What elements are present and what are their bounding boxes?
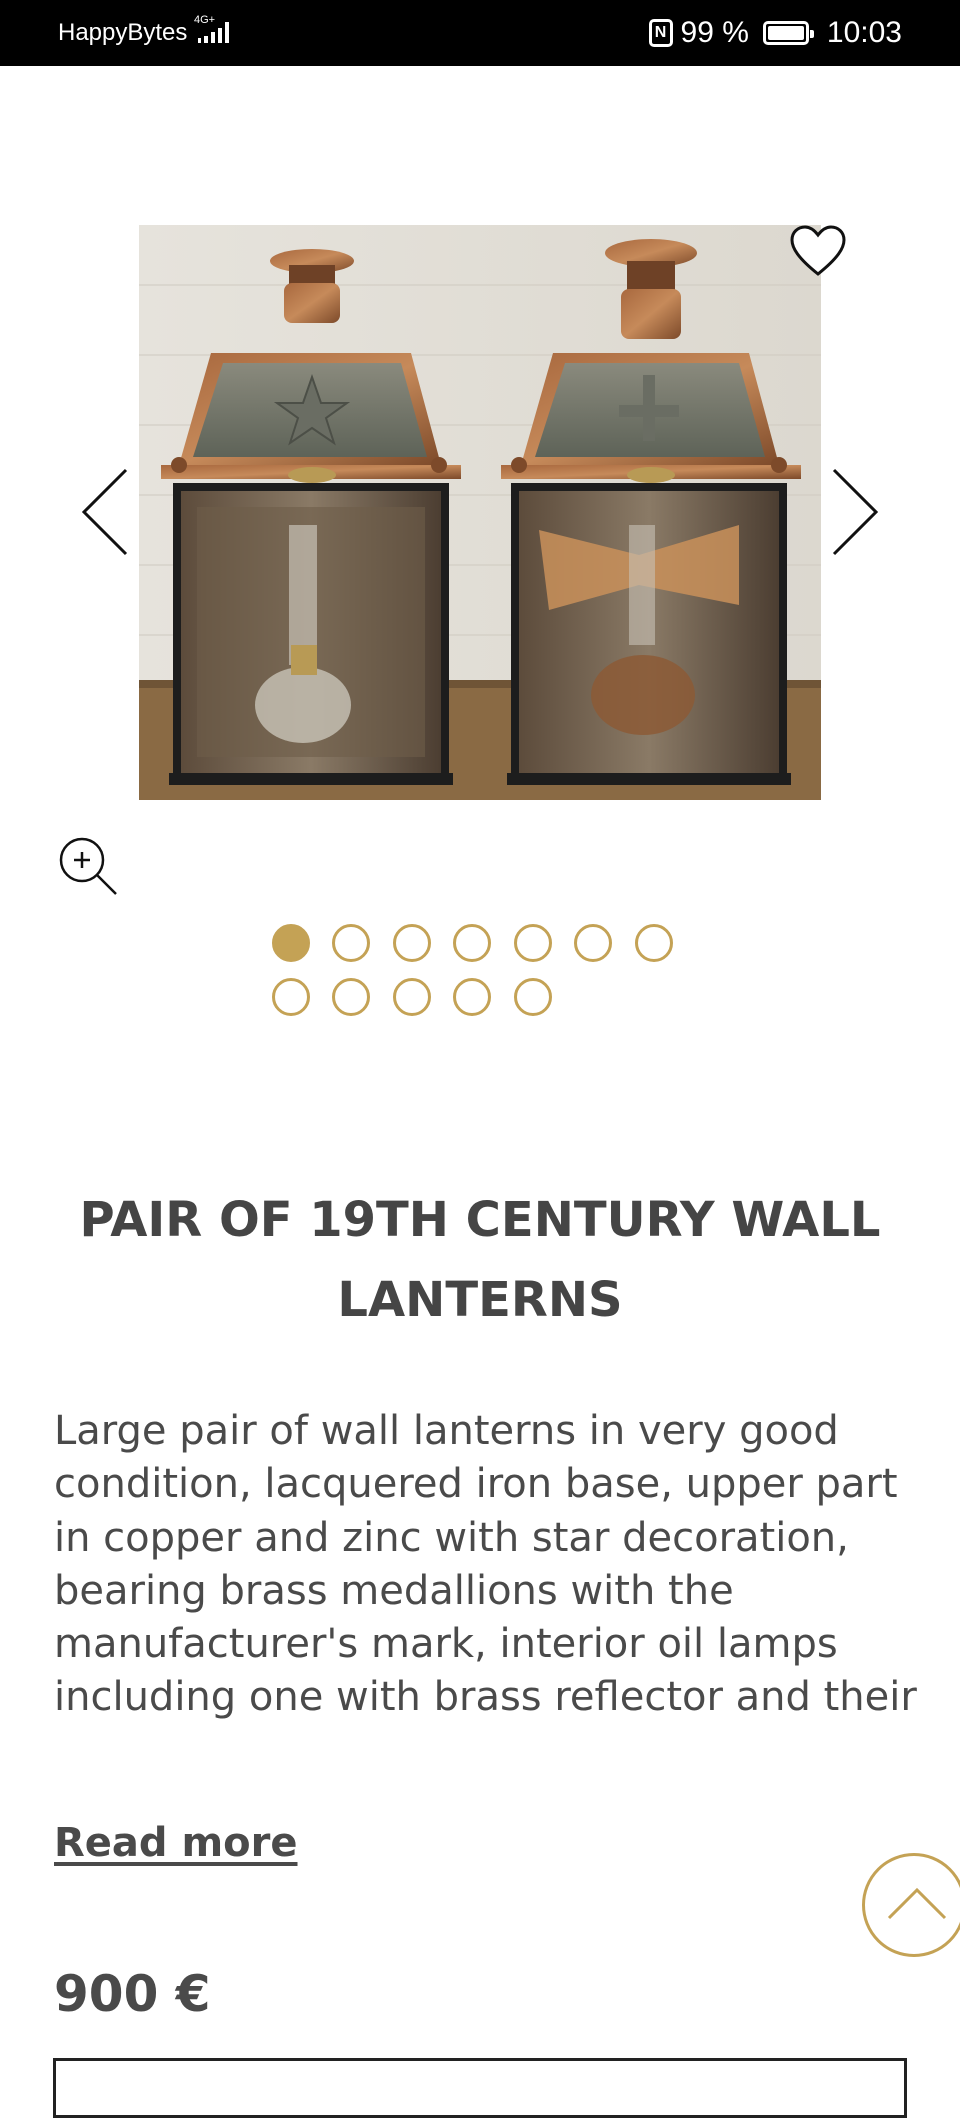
signal-icon: 4G+	[194, 14, 242, 48]
slide-dot[interactable]	[453, 978, 491, 1016]
zoom-button[interactable]	[56, 834, 120, 898]
slide-dot[interactable]	[393, 978, 431, 1016]
product-title: PAIR OF 19TH CENTURY WALL LANTERNS	[79, 1192, 881, 1328]
slide-dot[interactable]	[272, 978, 310, 1016]
chevron-up-icon	[887, 1887, 947, 1920]
slide-dot[interactable]	[514, 978, 552, 1016]
slide-dot[interactable]	[332, 978, 370, 1016]
battery-percent: 99 %	[680, 16, 749, 49]
chevron-left-icon	[81, 468, 128, 556]
product-description: Large pair of wall lanterns in very good…	[54, 1408, 917, 1721]
clock: 10:03	[826, 16, 902, 49]
slide-dot[interactable]	[393, 924, 431, 962]
heart-icon	[790, 225, 846, 276]
carrier-name: HappyBytes	[58, 19, 188, 46]
read-more-link[interactable]: Read more	[54, 1818, 298, 1868]
slide-dot[interactable]	[332, 924, 370, 962]
chevron-right-icon	[832, 468, 879, 556]
product-image[interactable]	[139, 225, 821, 800]
zoom-in-icon	[59, 837, 117, 895]
scroll-to-top-button[interactable]	[862, 1853, 960, 1957]
slide-dot[interactable]	[635, 924, 673, 962]
slide-dot[interactable]	[272, 924, 310, 962]
status-bar: HappyBytes 4G+ N 99 % 10:03	[0, 0, 960, 66]
nfc-icon: N	[648, 19, 673, 47]
next-image-button[interactable]	[824, 462, 884, 562]
battery-icon	[762, 21, 814, 45]
previous-image-button[interactable]	[76, 462, 136, 562]
status-right: N 99 % 10:03	[648, 14, 902, 52]
slide-dot[interactable]	[514, 924, 552, 962]
add-to-cart-button[interactable]	[53, 2058, 907, 2118]
product-price: 900 €	[54, 1965, 211, 2023]
wishlist-button[interactable]	[788, 224, 848, 280]
slide-dot[interactable]	[453, 924, 491, 962]
slide-dot[interactable]	[574, 924, 612, 962]
